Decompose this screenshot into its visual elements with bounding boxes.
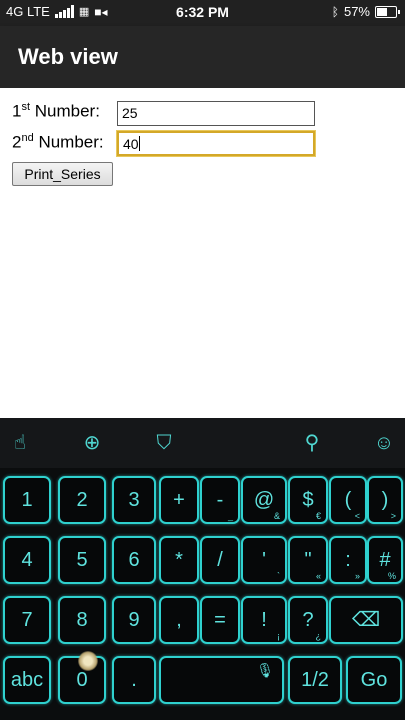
key-label: 1 [21, 489, 33, 511]
battery-icon [375, 5, 400, 18]
key-hint: > [390, 511, 396, 521]
key-6[interactable]: 6 [112, 536, 156, 584]
battery-percent: 57% [343, 4, 370, 19]
key-sym13[interactable]: * [159, 536, 199, 584]
key-hint: _ [227, 511, 233, 521]
text-caret [138, 136, 140, 151]
key-7[interactable]: 7 [3, 596, 51, 644]
key-label: " [304, 549, 312, 571]
space-key[interactable]: 🎙 [159, 656, 284, 704]
key-label: 2 [76, 489, 88, 511]
key-sym15[interactable]: ' ` [241, 536, 287, 584]
globe-icon[interactable]: ⊕ [80, 431, 104, 455]
key-label: + [173, 489, 185, 511]
key-abc[interactable]: abc [3, 656, 51, 704]
second-number-input[interactable]: 40 [116, 130, 316, 157]
touch-indicator [78, 651, 98, 671]
key-label: abc [10, 669, 44, 691]
key-hint: ¿ [315, 631, 322, 641]
key-9[interactable]: 9 [112, 596, 156, 644]
key-sym23[interactable]: , [159, 596, 199, 644]
key-sym04[interactable]: - _ [200, 476, 240, 524]
key-8[interactable]: 8 [58, 596, 106, 644]
swipe-hand-icon[interactable]: ☝ [8, 431, 32, 455]
key-label: ) [381, 489, 389, 511]
key-label: - [216, 489, 224, 511]
key-sym08[interactable]: ) > [367, 476, 403, 524]
backspace-key[interactable]: ⌫ [329, 596, 403, 644]
key-label: 9 [128, 609, 140, 631]
print-series-button[interactable]: Print_Series [12, 162, 113, 186]
key-hint: & [273, 511, 280, 521]
key-hint: ` [277, 571, 280, 581]
key-label: : [345, 549, 351, 571]
first-number-label: 1st Number: [12, 101, 100, 121]
key-sym25[interactable]: ! ¡ [241, 596, 287, 644]
key-label: 6 [128, 549, 140, 571]
key-3[interactable]: 3 [112, 476, 156, 524]
key-label: ( [344, 489, 352, 511]
key-label: 4 [21, 549, 33, 571]
key-label: 8 [76, 609, 88, 631]
key-5[interactable]: 5 [58, 536, 106, 584]
key-2[interactable]: 2 [58, 476, 106, 524]
key-4[interactable]: 4 [3, 536, 51, 584]
key-sym07[interactable]: (< [329, 476, 367, 524]
app-bar: Web view [0, 26, 405, 88]
key-1[interactable]: 1 [3, 476, 51, 524]
key-sym17[interactable]: :» [329, 536, 367, 584]
emoji-icon[interactable]: ☺ [372, 431, 396, 455]
key-sym03[interactable]: + [159, 476, 199, 524]
keyboard-toolbar: ☝ ⊕ ⛉ ⚲ ☺ [0, 418, 405, 468]
key-sym32[interactable]: . [112, 656, 156, 704]
key-sym14[interactable]: / [200, 536, 240, 584]
key-sym16[interactable]: " « [288, 536, 328, 584]
key-label: $ [302, 489, 314, 511]
backspace-icon: ⌫ [351, 609, 381, 631]
key-sym05[interactable]: @ & [241, 476, 287, 524]
key-sym18[interactable]: #% [367, 536, 403, 584]
key-hint: « [315, 571, 321, 581]
key-hint: € [315, 511, 321, 521]
key-label: / [217, 549, 223, 571]
bluetooth-icon: ᛒ [331, 4, 339, 19]
key-label: 1/2 [301, 669, 329, 691]
key-label: # [379, 549, 391, 571]
key-hint: < [354, 511, 360, 521]
key-label: @ [253, 489, 275, 511]
search-icon[interactable]: ⚲ [300, 431, 324, 455]
key-label: ' [262, 549, 266, 571]
key-hint: » [354, 571, 360, 581]
key-label: 5 [76, 549, 88, 571]
key-label: 3 [128, 489, 140, 511]
status-bar: 4G LTE ▦ ■◂ 6:32 PM ᛒ 57% [0, 0, 405, 26]
key-label: 7 [21, 609, 33, 631]
key-label: , [176, 609, 182, 631]
soft-keyboard: ☝ ⊕ ⛉ ⚲ ☺ 1 2 3 + - _ @ & $ €(<) >4 5 6 * / ' ` " «:» #% 7 8 9… [0, 418, 405, 720]
key-Go[interactable]: Go [346, 656, 402, 704]
tshirt-icon[interactable]: ⛉ [152, 431, 176, 455]
key-label: = [214, 609, 226, 631]
webview-content: 1st Number: 25 2nd Number: 40 Print_Seri… [0, 88, 405, 418]
page-title: Web view [18, 44, 118, 69]
key-hint: % [387, 571, 396, 581]
key-label: 0 [76, 669, 88, 691]
key-sym24[interactable]: = [200, 596, 240, 644]
key-label: Go [360, 669, 388, 691]
key-sym26[interactable]: ? ¿ [288, 596, 328, 644]
key-label: ! [261, 609, 267, 631]
second-number-label: 2nd Number: [12, 132, 104, 152]
key-label: ? [302, 609, 314, 631]
key-label: . [131, 669, 137, 691]
key-hint: ¡ [277, 631, 280, 641]
microphone-icon: 🎙 [256, 662, 274, 678]
first-number-input[interactable]: 25 [117, 101, 315, 126]
key-sym06[interactable]: $ € [288, 476, 328, 524]
key-12[interactable]: 1/2 [288, 656, 342, 704]
key-label: * [175, 549, 183, 571]
